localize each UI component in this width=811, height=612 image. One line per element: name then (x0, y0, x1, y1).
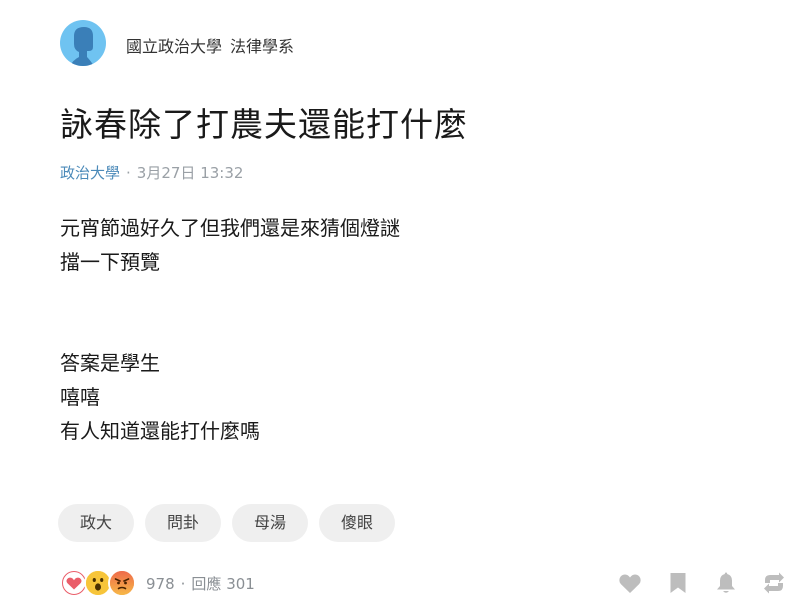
bell-icon (717, 572, 735, 593)
reaction-summary[interactable] (60, 569, 136, 597)
content-line: 答案是學生 (60, 351, 160, 375)
post-content: 元宵節過好久了但我們還是來猜個燈謎 擋一下預覽 答案是學生 嘻嘻 有人知道還能打… (60, 211, 400, 448)
post-footer: 978 · 回應 301 (60, 569, 255, 597)
share-button[interactable] (761, 570, 787, 596)
forum-link[interactable]: 政治大學 (60, 164, 120, 182)
tag-chip[interactable]: 傻眼 (319, 504, 396, 542)
tag-chip[interactable]: 母湯 (232, 504, 309, 542)
engagement-counts: 978 · 回應 301 (146, 573, 255, 594)
action-bar (617, 570, 787, 596)
author-info: 國立政治大學 法律學系 (126, 33, 294, 57)
author-department: 法律學系 (230, 37, 295, 56)
comment-count[interactable]: 回應 301 (191, 575, 254, 593)
bookmark-button[interactable] (665, 570, 691, 596)
post-title: 詠春除了打農夫還能打什麼 (60, 105, 468, 144)
bookmark-icon (670, 573, 686, 593)
post-meta: 政治大學 · 3月27日 13:32 (60, 162, 243, 183)
count-separator: · (180, 574, 186, 593)
content-line: 有人知道還能打什麼嗎 (60, 419, 260, 443)
share-icon (764, 572, 784, 594)
tag-chip[interactable]: 問卦 (145, 504, 222, 542)
meta-separator: · (126, 164, 131, 182)
avatar-person-icon (70, 27, 94, 66)
content-line: 擋一下預覽 (60, 250, 160, 274)
follow-notification-button[interactable] (713, 570, 739, 596)
angry-reaction-icon (108, 569, 136, 597)
author-school: 國立政治大學 (126, 37, 223, 56)
tag-list: 政大 問卦 母湯 傻眼 (58, 504, 396, 542)
like-count: 978 (146, 574, 175, 593)
content-line: 元宵節過好久了但我們還是來猜個燈謎 (60, 216, 400, 240)
author-avatar[interactable] (60, 20, 106, 66)
heart-icon (619, 574, 641, 593)
tag-chip[interactable]: 政大 (58, 504, 135, 542)
like-button[interactable] (617, 570, 643, 596)
content-line: 嘻嘻 (60, 385, 100, 409)
post-time: 3月27日 13:32 (136, 164, 244, 182)
